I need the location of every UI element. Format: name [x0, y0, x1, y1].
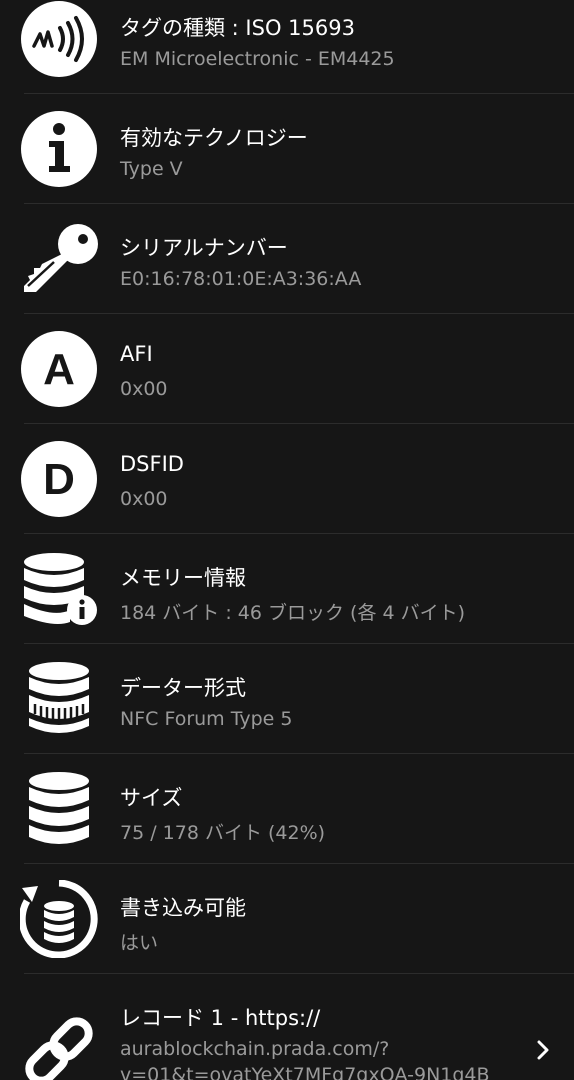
row-writable: 書き込み可能 はい: [0, 864, 574, 974]
chevron-right-icon[interactable]: [536, 1040, 550, 1060]
row-title: 有効なテクノロジー: [120, 126, 308, 150]
row-title: AFI: [120, 342, 153, 366]
row-value: Type V: [120, 158, 183, 180]
database-format-icon: [20, 660, 98, 738]
row-afi: A AFI 0x00: [0, 314, 574, 424]
row-title: サイズ: [120, 786, 183, 810]
letter-a-icon: A: [20, 330, 98, 408]
row-size: サイズ 75 / 178 バイト (42%): [0, 754, 574, 864]
row-tag-type: タグの種類 : ISO 15693 EM Microelectronic - E…: [0, 0, 574, 94]
row-technologies: 有効なテクノロジー Type V: [0, 94, 574, 204]
key-icon: [20, 220, 98, 298]
row-title: データー形式: [120, 676, 246, 700]
row-value: 0x00: [120, 378, 168, 400]
row-title: DSFID: [120, 452, 184, 476]
tag-info-list: タグの種類 : ISO 15693 EM Microelectronic - E…: [0, 0, 574, 1080]
row-serial-number: シリアルナンバー E0:16:78:01:0E:A3:36:AA: [0, 204, 574, 314]
row-value: EM Microelectronic - EM4425: [120, 48, 395, 70]
database-rewrite-icon: [20, 880, 98, 958]
row-dsfid: D DSFID 0x00: [0, 424, 574, 534]
row-data-format: データー形式 NFC Forum Type 5: [0, 644, 574, 754]
database-icon: [20, 770, 98, 848]
info-icon: [20, 110, 98, 188]
row-value: 0x00: [120, 488, 168, 510]
row-value: NFC Forum Type 5: [120, 708, 293, 730]
row-value: 184 バイト : 46 ブロック (各 4 バイト): [120, 602, 466, 624]
row-title: 書き込み可能: [120, 896, 246, 920]
row-value: はい: [120, 932, 159, 954]
row-title: シリアルナンバー: [120, 236, 288, 260]
row-value: aurablockchain.prada.com/?: [120, 1038, 390, 1060]
row-value: E0:16:78:01:0E:A3:36:AA: [120, 268, 362, 290]
row-title: レコード 1 - https://: [120, 1006, 321, 1030]
letter-d-icon: D: [20, 440, 98, 518]
row-value-continued: v=01&t=ovatYeXt7MFg7qxQA-9N1q4B: [120, 1064, 490, 1080]
nfc-tag-icon: [20, 0, 98, 78]
link-icon: [20, 1012, 98, 1080]
row-title: メモリー情報: [120, 566, 246, 590]
row-record-1[interactable]: レコード 1 - https:// aurablockchain.prada.c…: [0, 974, 574, 1080]
svg-text:A: A: [43, 345, 75, 394]
row-memory-info: メモリー情報 184 バイト : 46 ブロック (各 4 バイト): [0, 534, 574, 644]
row-title: タグの種類 : ISO 15693: [120, 16, 355, 40]
database-info-icon: [20, 550, 98, 628]
row-value: 75 / 178 バイト (42%): [120, 822, 326, 844]
svg-text:D: D: [43, 455, 75, 504]
